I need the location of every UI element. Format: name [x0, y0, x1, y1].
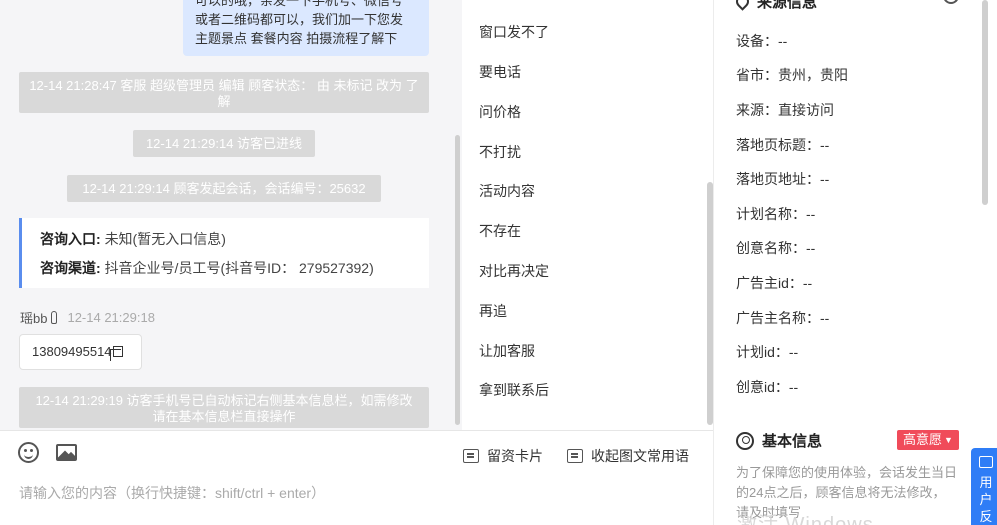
collapse-phrases-label: 收起图文常用语	[591, 448, 689, 464]
user-feedback-tab[interactable]: 用户反	[971, 448, 997, 525]
copy-icon[interactable]	[109, 346, 123, 361]
intent-level-label: 高意愿	[903, 432, 943, 447]
quick-phrase-item[interactable]: 窗口发不了	[479, 22, 549, 42]
basic-info-title: 基本信息	[762, 433, 823, 450]
consult-channel-label: 咨询渠道:	[40, 260, 101, 276]
consult-channel-value: 抖音企业号/员工号(抖音号ID： 279527392)	[104, 260, 374, 276]
phone-number: 13809495514	[32, 344, 112, 359]
agent-message-line: 可以的哦，亲发一下手机号、微信号	[195, 0, 404, 8]
source-field: 创意id：--	[736, 379, 799, 395]
quick-phrase-item[interactable]: 要电话	[479, 62, 521, 82]
consult-entry-label: 咨询入口:	[40, 231, 101, 247]
user-icon	[736, 431, 754, 450]
collapse-phrases-button[interactable]: 收起图文常用语	[567, 446, 689, 466]
consult-channel-row: 咨询渠道: 抖音企业号/员工号(抖音号ID： 279527392)	[40, 257, 411, 286]
system-message: 12-14 21:28:47 客服 超级管理员 编辑 顾客状态： 由 未标记 改…	[19, 72, 429, 113]
consult-entry-row: 咨询入口: 未知(暂无入口信息)	[40, 228, 411, 257]
system-message: 12-14 21:29:14 顾客发起会话，会话编号：25632	[67, 175, 381, 202]
source-field: 计划名称：--	[736, 206, 816, 222]
source-field: 落地页标题：--	[736, 137, 830, 153]
chat-scrollbar[interactable]	[455, 135, 460, 425]
quick-phrases-list[interactable]: 窗口发不了 要电话 问价格 不打扰 活动内容 不存在 对比再决定 再追 让加客服…	[462, 0, 713, 430]
chat-history[interactable]: 可以的哦，亲发一下手机号、微信号 或者二维码都可以，我们加一下您发 主题景点 套…	[0, 0, 462, 430]
quick-phrase-item[interactable]: 拿到联系后	[479, 380, 549, 400]
visitor-info-panel: 来源信息 设备：-- 省市：贵州，贵阳 来源：直接访问 落地页标题：-- 落地页…	[713, 0, 997, 525]
quick-phrase-item[interactable]: 让加客服	[479, 341, 535, 361]
source-field: 广告主名称：--	[736, 310, 830, 326]
message-time: 12-14 21:29:18	[67, 310, 155, 325]
windows-activation-watermark: 激活 Windows	[737, 514, 874, 525]
lead-card-button[interactable]: 留资卡片	[463, 446, 543, 466]
quick-phrase-item[interactable]: 不存在	[479, 221, 521, 241]
system-message: 12-14 21:29:19 访客手机号已自动标记右侧基本信息栏，如需修改请在基…	[19, 387, 429, 428]
visitor-phone-message[interactable]: 13809495514	[19, 334, 142, 370]
basic-info-header: 基本信息	[736, 430, 822, 451]
quick-phrase-item[interactable]: 问价格	[479, 102, 521, 122]
source-field: 来源：直接访问	[736, 102, 834, 118]
consult-entry-value: 未知(暂无入口信息)	[104, 231, 226, 247]
consult-info-card: 咨询入口: 未知(暂无入口信息) 咨询渠道: 抖音企业号/员工号(抖音号ID： …	[19, 218, 429, 288]
agent-message-bubble: 可以的哦，亲发一下手机号、微信号 或者二维码都可以，我们加一下您发 主题景点 套…	[183, 0, 429, 56]
caret-down-icon: ▼	[944, 435, 953, 445]
bottle-icon	[51, 311, 58, 324]
phrases-message-icon	[567, 449, 583, 463]
source-field: 省市：贵州，贵阳	[736, 67, 848, 83]
location-pin-icon	[733, 0, 752, 11]
agent-message-line: 或者二维码都可以，我们加一下您发	[195, 12, 404, 27]
source-field: 计划id：--	[736, 344, 799, 360]
quick-phrase-item[interactable]: 再追	[479, 301, 507, 321]
source-field: 广告主id：--	[736, 275, 813, 291]
source-field: 创意名称：--	[736, 240, 816, 256]
lead-card-label: 留资卡片	[487, 448, 543, 464]
message-composer: 留资卡片 收起图文常用语 请输入您的内容（换行快捷键：shift/ctrl + …	[0, 430, 713, 525]
system-message: 12-14 21:29:14 访客已进线	[133, 130, 315, 157]
emoji-icon[interactable]	[18, 442, 39, 463]
image-icon[interactable]	[56, 444, 77, 461]
source-info-title: 来源信息	[757, 0, 818, 11]
quick-phrase-item[interactable]: 对比再决定	[479, 261, 549, 281]
source-info-header: 来源信息	[733, 0, 818, 12]
refresh-icon[interactable]	[943, 0, 959, 4]
feedback-label: 用户反	[979, 475, 993, 524]
message-sender: 瑶bb 12-14 21:29:18	[20, 308, 155, 327]
card-message-icon	[463, 449, 479, 463]
intent-level-dropdown[interactable]: 高意愿 ▼	[897, 430, 959, 450]
quick-phrase-item[interactable]: 不打扰	[479, 142, 521, 162]
customer-service-console: 可以的哦，亲发一下手机号、微信号 或者二维码都可以，我们加一下您发 主题景点 套…	[0, 0, 997, 525]
feedback-icon	[979, 456, 993, 468]
sender-name: 瑶bb	[20, 311, 48, 326]
quick-phrase-item[interactable]: 活动内容	[479, 181, 535, 201]
source-field: 落地页地址：--	[736, 171, 830, 187]
agent-message-line: 主题景点 套餐内容 拍摄流程了解下	[195, 31, 398, 46]
source-field: 设备：--	[736, 33, 788, 49]
message-input[interactable]: 请输入您的内容（换行快捷键：shift/ctrl + enter）	[19, 483, 325, 503]
info-panel-scrollbar[interactable]	[982, 0, 988, 205]
